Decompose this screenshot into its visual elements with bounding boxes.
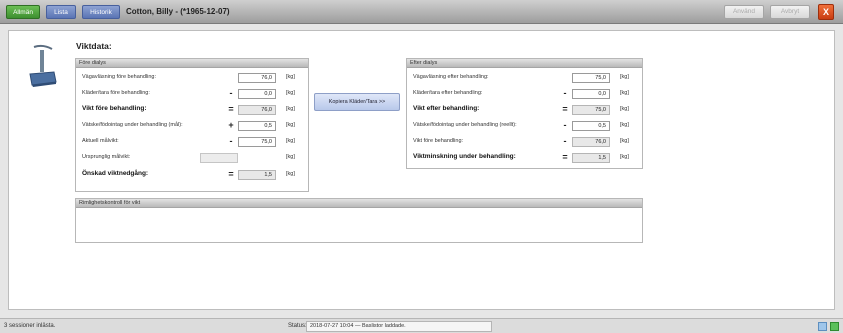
minus-operator: -	[563, 120, 567, 130]
cancel-button[interactable]: Avbryt	[770, 5, 810, 19]
before-clothes-row: Kläder/tara före behandling: - 0,0 [kg]	[76, 88, 308, 100]
before-dialysis-group: Före dialys Vägavläsning före behandling…	[75, 58, 309, 192]
before-weight-value: 76,0	[238, 105, 276, 115]
before-weight-row: Vikt före behandling: = 76,0 [kg]	[76, 104, 308, 116]
row-label: Kläder/tara efter behandling:	[413, 90, 483, 96]
plausibility-check-header: Rimlighetskontroll för vikt	[76, 199, 642, 208]
unit-label: [kg]	[286, 138, 295, 144]
unit-label: [kg]	[620, 138, 629, 144]
current-target-weight-input[interactable]: 75,0	[238, 137, 276, 147]
before-scale-reading-input[interactable]: 76,0	[238, 73, 276, 83]
unit-label: [kg]	[286, 106, 295, 112]
after-dialysis-header: Efter dialys	[407, 59, 642, 68]
unit-label: [kg]	[620, 74, 629, 80]
close-button[interactable]: X	[818, 4, 834, 20]
row-label: Vätske/födointag under behandling (reell…	[413, 122, 517, 128]
row-label: Ursprunglig målvikt:	[82, 154, 131, 160]
original-target-weight-row: Ursprunglig målvikt: [kg]	[76, 152, 308, 164]
sessions-status-text: 3 sessioner inlästa.	[4, 323, 56, 329]
after-scale-reading-row: Vägavläsning efter behandling: 75,0 [kg]	[407, 72, 642, 84]
section-title: Viktdata:	[76, 41, 112, 51]
unit-label: [kg]	[620, 90, 629, 96]
weight-loss-during-treatment-row: Viktminskning under behandling: = 1,5 [k…	[407, 152, 642, 164]
row-label: Vikt före behandling:	[413, 138, 464, 144]
tab-lista[interactable]: Lista	[46, 5, 76, 19]
unit-label: [kg]	[286, 122, 295, 128]
weight-before-treatment-value: 76,0	[572, 137, 610, 147]
after-scale-reading-input[interactable]: 75,0	[572, 73, 610, 83]
row-label: Vägavläsning efter behandling:	[413, 74, 489, 80]
row-label: Vikt före behandling:	[82, 105, 147, 112]
minus-operator: -	[563, 88, 567, 98]
plausibility-check-group: Rimlighetskontroll för vikt	[75, 198, 643, 243]
unit-label: [kg]	[620, 122, 629, 128]
plus-operator: +	[228, 120, 234, 130]
row-label: Kläder/tara före behandling:	[82, 90, 150, 96]
unit-label: [kg]	[620, 154, 629, 160]
fluid-intake-target-row: Vätske/födointag under behandling (mål):…	[76, 120, 308, 132]
unit-label: [kg]	[286, 90, 295, 96]
before-dialysis-header: Före dialys	[76, 59, 308, 68]
status-label: Status:	[288, 323, 307, 329]
apply-button[interactable]: Använd	[724, 5, 764, 19]
original-target-weight-field	[200, 153, 238, 163]
row-label: Vätske/födointag under behandling (mål):	[82, 122, 183, 128]
equals-operator: =	[562, 104, 568, 114]
unit-label: [kg]	[286, 74, 295, 80]
after-clothes-row: Kläder/tara efter behandling: - 0,0 [kg]	[407, 88, 642, 100]
after-weight-row: Vikt efter behandling: = 75,0 [kg]	[407, 104, 642, 116]
row-label: Vikt efter behandling:	[413, 105, 480, 112]
top-toolbar: Allmän Lista Historik Cotton, Billy - (*…	[0, 0, 843, 24]
minus-operator: -	[229, 136, 233, 146]
after-clothes-input[interactable]: 0,0	[572, 89, 610, 99]
network-icon[interactable]	[818, 322, 827, 331]
after-weight-value: 75,0	[572, 105, 610, 115]
unit-label: [kg]	[620, 106, 629, 112]
status-bar: 3 sessioner inlästa. Status: 2018-07-27 …	[0, 318, 843, 333]
connection-status-icon[interactable]	[830, 322, 839, 331]
copy-clothes-tare-button[interactable]: Kopiera Kläder/Tara >>	[314, 93, 400, 111]
fluid-intake-actual-input[interactable]: 0,5	[572, 121, 610, 131]
after-dialysis-group: Efter dialys Vägavläsning efter behandli…	[406, 58, 643, 169]
minus-operator: -	[229, 88, 233, 98]
equals-operator: =	[562, 152, 568, 162]
scale-icon	[29, 44, 57, 87]
desired-weight-loss-row: Önskad viktnedgång: = 1,5 [kg]	[76, 169, 308, 181]
desired-weight-loss-value: 1,5	[238, 170, 276, 180]
row-label: Önskad viktnedgång:	[82, 170, 149, 177]
patient-title: Cotton, Billy - (*1965-12-07)	[126, 7, 230, 16]
row-label: Vägavläsning före behandling:	[82, 74, 157, 80]
equals-operator: =	[228, 104, 234, 114]
weight-before-treatment-row: Vikt före behandling: - 76,0 [kg]	[407, 136, 642, 148]
fluid-intake-target-input[interactable]: 0,5	[238, 121, 276, 131]
status-message: 2018-07-27 10:04 — Baslistor laddade.	[306, 321, 492, 332]
weight-loss-during-treatment-value: 1,5	[572, 153, 610, 163]
tab-allman[interactable]: Allmän	[6, 5, 40, 19]
unit-label: [kg]	[286, 154, 295, 160]
equals-operator: =	[228, 169, 234, 179]
fluid-intake-actual-row: Vätske/födointag under behandling (reell…	[407, 120, 642, 132]
tab-historik[interactable]: Historik	[82, 5, 120, 19]
current-target-weight-row: Aktuell målvikt: - 75,0 [kg]	[76, 136, 308, 148]
row-label: Aktuell målvikt:	[82, 138, 119, 144]
row-label: Viktminskning under behandling:	[413, 153, 516, 160]
before-scale-reading-row: Vägavläsning före behandling: 76,0 [kg]	[76, 72, 308, 84]
before-clothes-input[interactable]: 0,0	[238, 89, 276, 99]
minus-operator: -	[563, 136, 567, 146]
unit-label: [kg]	[286, 171, 295, 177]
